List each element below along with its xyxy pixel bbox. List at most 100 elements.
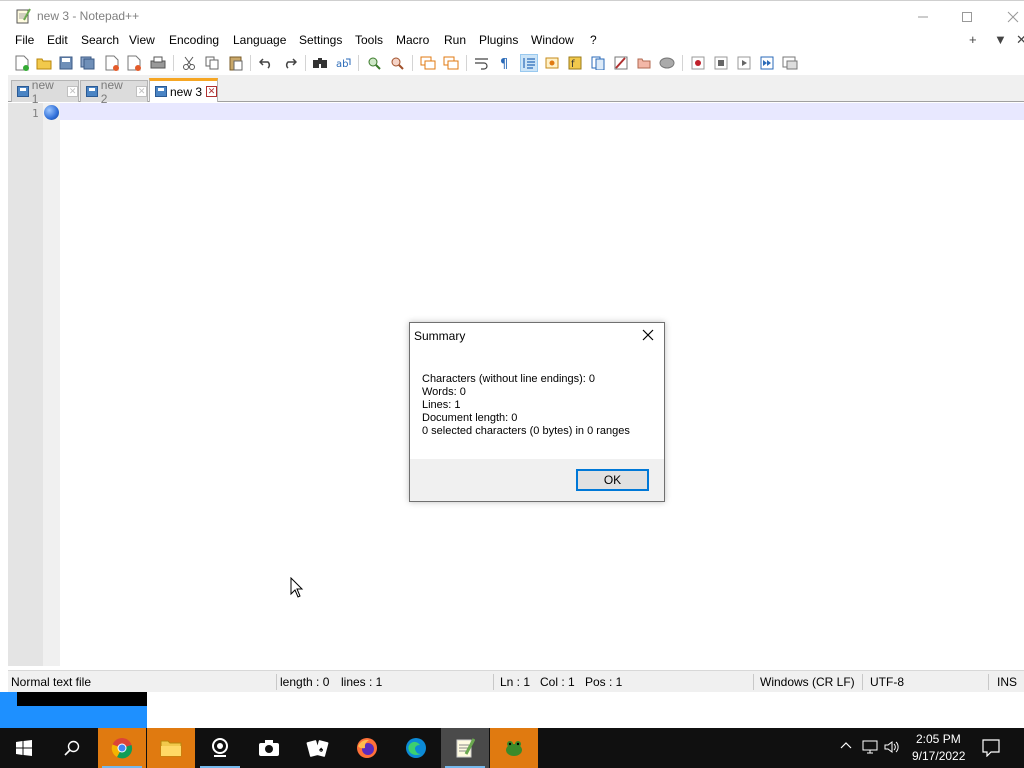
copy-button[interactable]: [203, 54, 221, 72]
tab-new-3[interactable]: new 3 ✕: [149, 78, 218, 102]
play-macro-button[interactable]: [735, 54, 753, 72]
function-list-icon: f: [568, 56, 582, 70]
notification-center-icon[interactable]: [982, 739, 1000, 757]
tab-bar: new 1 ✕ new 2 ✕ new 3 ✕: [8, 75, 1024, 106]
search-button[interactable]: [48, 728, 96, 768]
bookmark-icon[interactable]: [44, 105, 59, 120]
close-icon[interactable]: [640, 327, 656, 343]
zoom-out-button[interactable]: [388, 54, 406, 72]
menu-edit[interactable]: Edit: [47, 33, 68, 47]
network-icon[interactable]: [862, 740, 878, 757]
taskbar-firefox[interactable]: [343, 728, 391, 768]
open-file-button[interactable]: [35, 54, 53, 72]
taskbar-solitaire[interactable]: ♠: [294, 728, 342, 768]
minimize-icon: [918, 16, 928, 17]
menu-window[interactable]: Window: [531, 33, 574, 47]
menu-language[interactable]: Language: [233, 33, 286, 47]
word-wrap-icon: [475, 58, 488, 70]
new-file-button[interactable]: [13, 54, 31, 72]
record-macro-button[interactable]: [689, 54, 707, 72]
menu-plugins[interactable]: Plugins: [479, 33, 518, 47]
close-all-icon: [127, 55, 141, 71]
clock-time[interactable]: 2:05 PM: [916, 732, 961, 746]
ok-button[interactable]: OK: [576, 469, 649, 491]
sync-vertical-button[interactable]: [419, 54, 437, 72]
menu-run[interactable]: Run: [444, 33, 466, 47]
sync-horizontal-button[interactable]: [442, 54, 460, 72]
run-macro-multiple-button[interactable]: [758, 54, 776, 72]
redo-button[interactable]: [281, 54, 299, 72]
save-macro-button[interactable]: [781, 54, 799, 72]
status-encoding[interactable]: UTF-8: [867, 671, 904, 693]
status-separator: [493, 674, 494, 690]
folder-workspace-button[interactable]: [612, 54, 630, 72]
close-button[interactable]: [103, 54, 121, 72]
tab-new-1[interactable]: new 1 ✕: [11, 78, 79, 106]
undo-button[interactable]: [257, 54, 275, 72]
tab-new-2[interactable]: new 2 ✕: [80, 78, 148, 106]
word-wrap-button[interactable]: [473, 54, 491, 72]
maximize-button[interactable]: [944, 1, 990, 32]
doc-map-button[interactable]: [589, 54, 607, 72]
close-document-button[interactable]: ✕: [1016, 32, 1024, 48]
folder-button[interactable]: [635, 54, 653, 72]
cut-icon: [183, 56, 195, 70]
function-list-button[interactable]: f: [566, 54, 584, 72]
tab-label: new 3: [170, 84, 203, 99]
print-button[interactable]: [149, 54, 167, 72]
close-icon: [1007, 11, 1019, 22]
save-all-button[interactable]: [79, 54, 97, 72]
new-tab-plus-button[interactable]: +: [969, 32, 977, 47]
menu-encoding[interactable]: Encoding: [169, 33, 219, 47]
current-line-highlight[interactable]: [60, 103, 1024, 120]
taskbar-notepadpp[interactable]: [441, 728, 489, 768]
show-hidden-icons-chevron-icon[interactable]: [840, 740, 852, 755]
tab-close-icon[interactable]: ✕: [136, 86, 147, 97]
dialog-selected: 0 selected characters (0 bytes) in 0 ran…: [422, 425, 630, 437]
taskbar-edge[interactable]: [392, 728, 440, 768]
menu-file[interactable]: File: [15, 33, 34, 47]
toolbar-separator: [682, 55, 683, 71]
status-bar: Normal text file length : 0 lines : 1 Ln…: [8, 670, 1024, 692]
bookmark-margin[interactable]: [43, 103, 60, 666]
close-all-button[interactable]: [125, 54, 143, 72]
cut-button[interactable]: [180, 54, 198, 72]
taskbar-camera[interactable]: [245, 728, 293, 768]
menu-search[interactable]: Search: [81, 33, 119, 47]
replace-icon: ab: [336, 58, 351, 70]
udl-icon: [545, 57, 559, 69]
find-button[interactable]: [311, 54, 329, 72]
status-insert-mode[interactable]: INS: [994, 671, 1017, 693]
indent-guide-button[interactable]: [520, 54, 538, 72]
menu-help[interactable]: ?: [590, 33, 597, 47]
status-ln: Ln : 1: [500, 675, 531, 689]
menu-settings[interactable]: Settings: [299, 33, 342, 47]
tab-close-icon[interactable]: ✕: [67, 86, 78, 97]
tab-label: new 2: [100, 77, 123, 106]
status-eol[interactable]: Windows (CR LF): [757, 671, 855, 693]
close-window-button[interactable]: [990, 1, 1024, 32]
replace-button[interactable]: ab: [335, 54, 353, 72]
taskbar-chrome[interactable]: [98, 728, 146, 768]
save-button[interactable]: [57, 54, 75, 72]
paste-button[interactable]: [227, 54, 245, 72]
dialog-title: Summary: [414, 329, 466, 343]
start-button[interactable]: [0, 728, 48, 768]
volume-icon[interactable]: [884, 740, 900, 757]
tab-close-icon[interactable]: ✕: [206, 86, 218, 97]
show-all-chars-button[interactable]: ¶: [496, 54, 514, 72]
zoom-in-icon: [368, 57, 381, 70]
menu-tools[interactable]: Tools: [355, 33, 383, 47]
taskbar-frogger[interactable]: [490, 728, 538, 768]
taskbar-webcam[interactable]: [196, 728, 244, 768]
udl-button[interactable]: [543, 54, 561, 72]
menu-macro[interactable]: Macro: [396, 33, 429, 47]
clock-date[interactable]: 9/17/2022: [912, 749, 965, 763]
taskbar-file-explorer[interactable]: [147, 728, 195, 768]
menu-view[interactable]: View: [129, 33, 155, 47]
zoom-in-button[interactable]: [365, 54, 383, 72]
minimize-button[interactable]: [900, 1, 946, 32]
stop-macro-button[interactable]: [712, 54, 730, 72]
tab-list-dropdown-button[interactable]: ▼: [994, 32, 1007, 47]
monitoring-button[interactable]: [658, 54, 676, 72]
